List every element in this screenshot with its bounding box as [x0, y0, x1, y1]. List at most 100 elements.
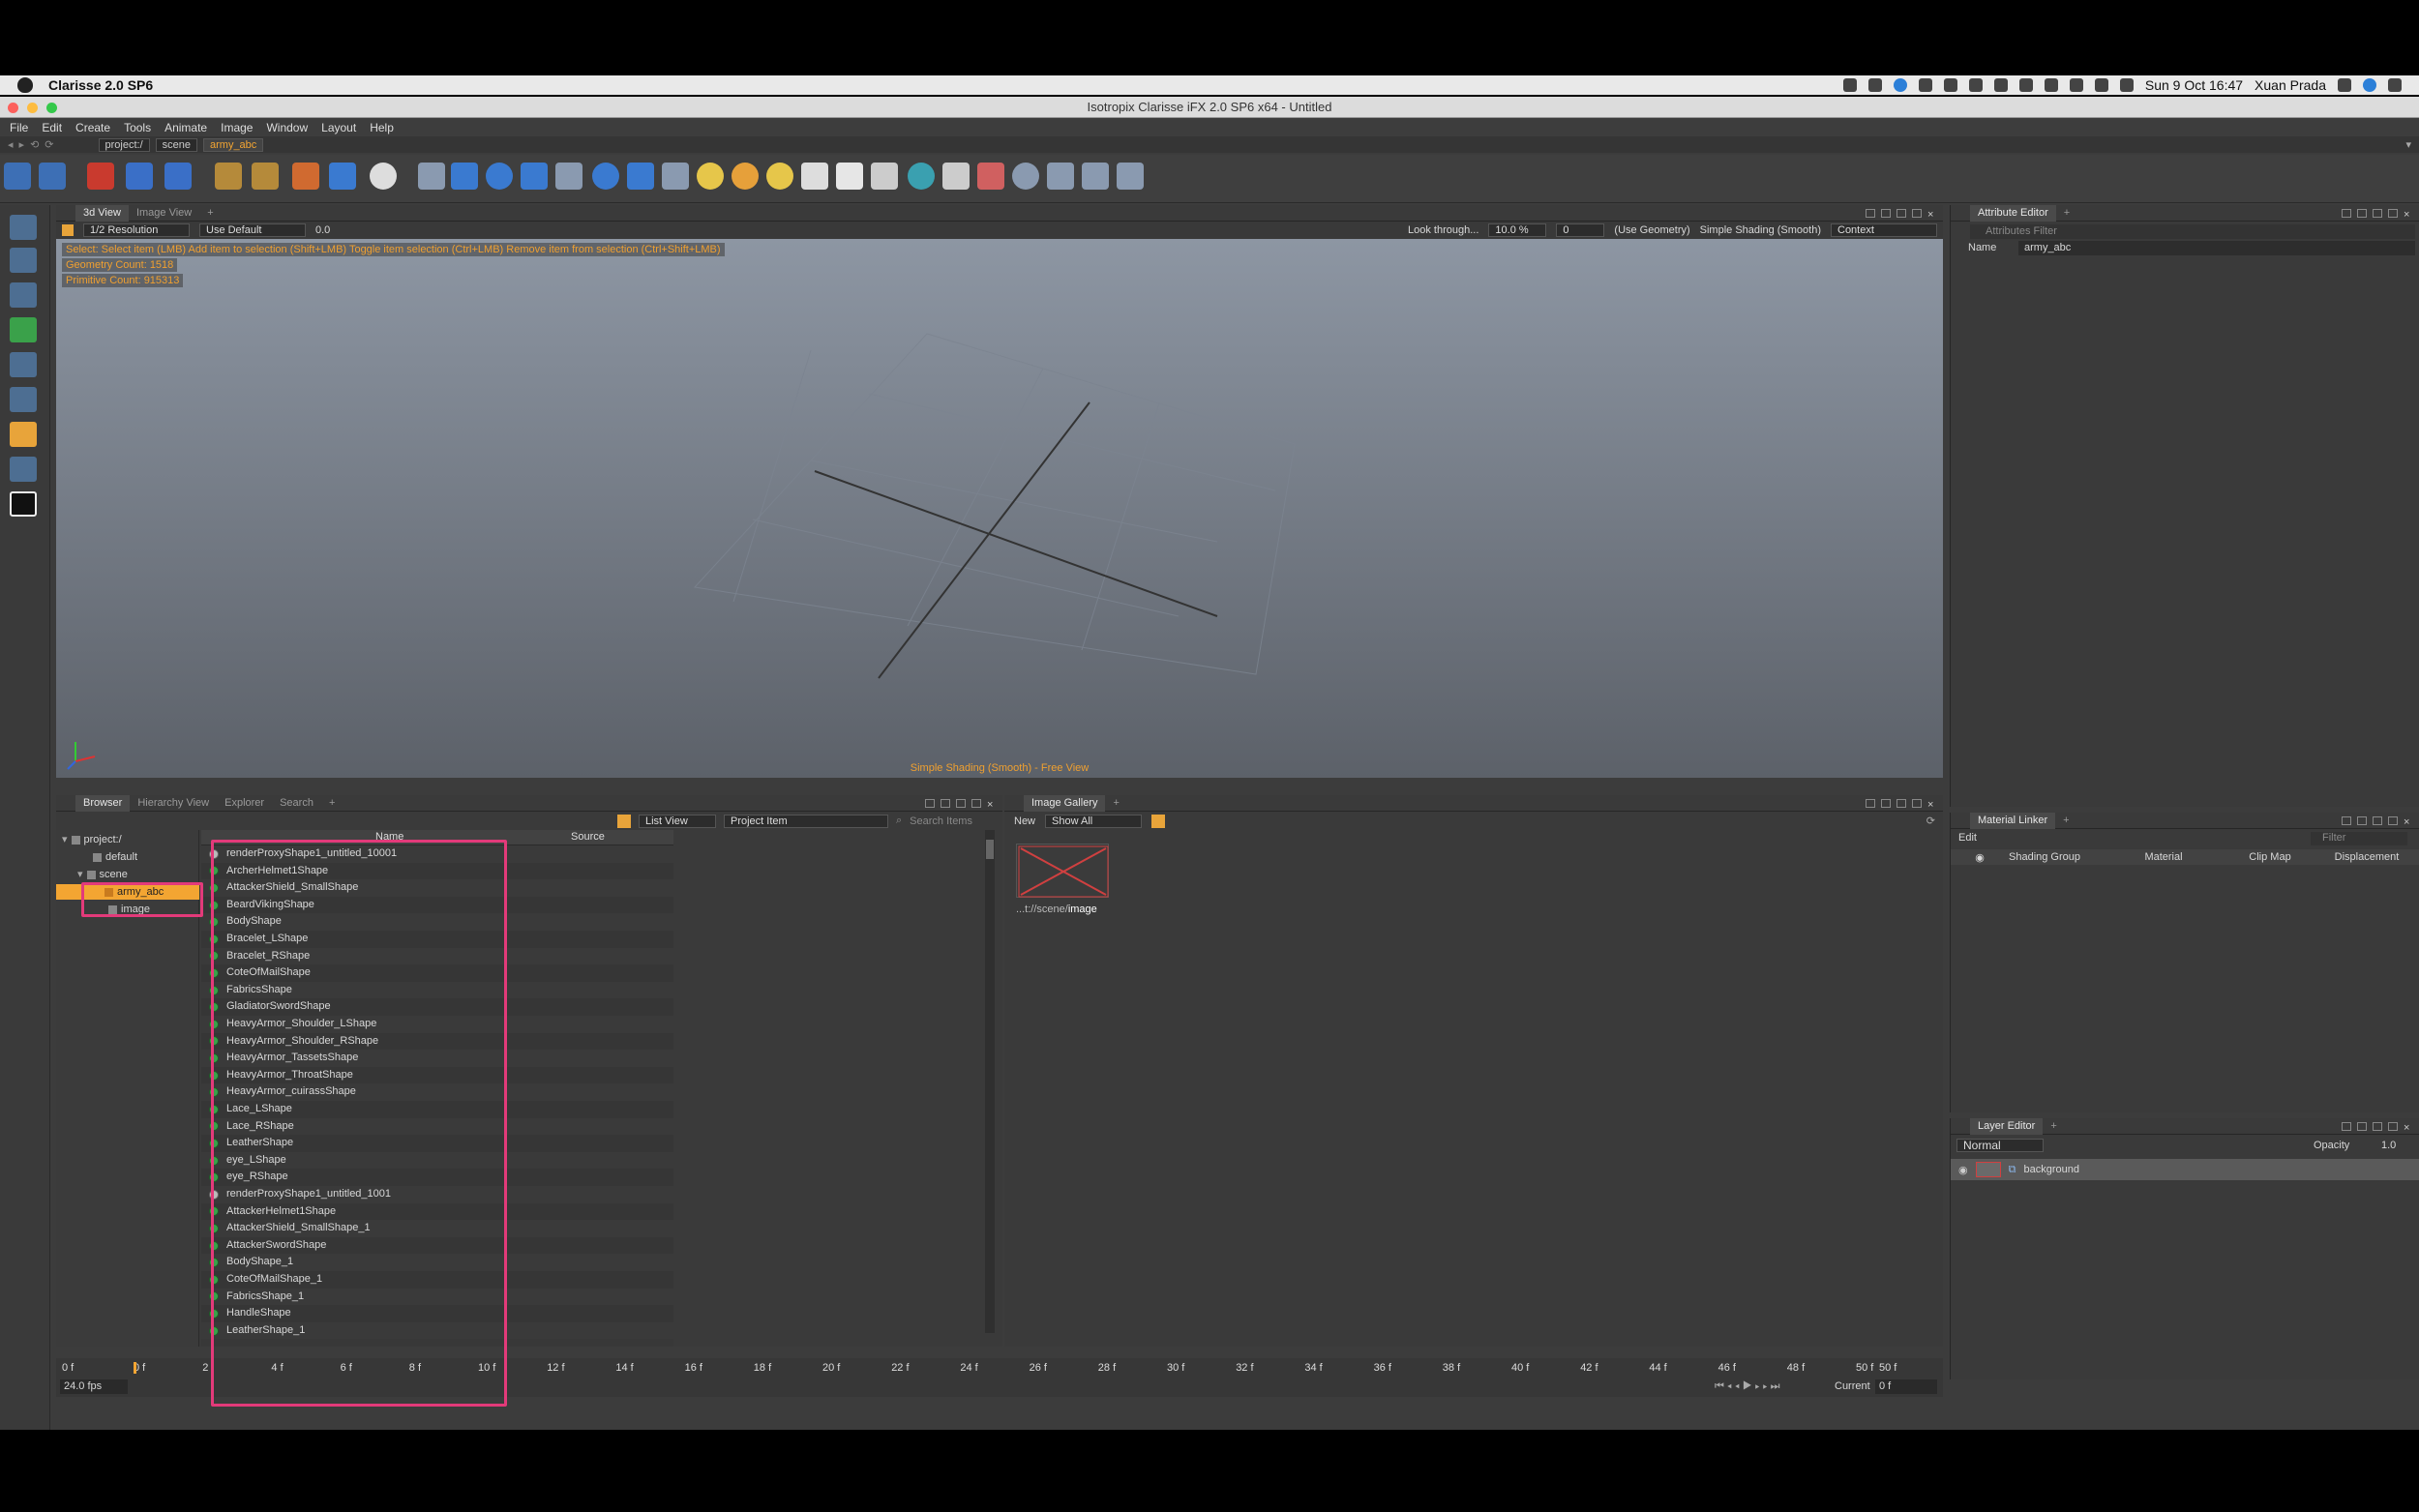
menu-tools[interactable]: Tools [124, 121, 151, 134]
tray-icon[interactable] [1867, 78, 1882, 92]
texture-icon[interactable] [977, 163, 1004, 190]
undo-icon[interactable] [4, 163, 31, 190]
panel-layout-icon[interactable] [2388, 815, 2398, 825]
spotlight-light-icon[interactable] [801, 163, 828, 190]
tool-icon[interactable] [10, 317, 37, 342]
panel-layout-icon[interactable] [2342, 1121, 2351, 1131]
select-tool-icon[interactable] [10, 422, 37, 447]
tool-icon[interactable] [10, 457, 37, 482]
spotlight-icon[interactable] [2338, 78, 2351, 92]
cube-blue-icon[interactable] [329, 163, 356, 190]
close-icon[interactable]: × [1927, 799, 1937, 811]
viewport-3d[interactable]: Select: Select item (LMB) Add item to se… [56, 239, 1943, 778]
value-field[interactable]: 0.0 [315, 224, 330, 236]
geometry-select[interactable]: (Use Geometry) [1614, 224, 1689, 236]
tool-icon[interactable] [10, 248, 37, 273]
group-icon[interactable] [164, 163, 192, 190]
lock-icon[interactable] [215, 163, 242, 190]
breadcrumb-army-abc[interactable]: army_abc [203, 137, 264, 152]
bulb-icon[interactable] [766, 163, 793, 190]
image-thumbnail[interactable] [1016, 844, 1109, 898]
shading-select[interactable]: Simple Shading (Smooth) [1700, 224, 1821, 236]
history-icon[interactable]: ⟲ [30, 138, 39, 151]
tool-icon[interactable] [10, 387, 37, 412]
tab-browser[interactable]: Browser [75, 794, 131, 812]
tab-explorer[interactable]: Explorer [217, 795, 272, 812]
pencil-icon[interactable] [871, 163, 898, 190]
menu-file[interactable]: File [10, 121, 28, 134]
panel-layout-icon[interactable] [1912, 798, 1922, 808]
tab-material-linker[interactable]: Material Linker [1970, 812, 2056, 829]
list-scrollbar[interactable] [985, 830, 995, 1333]
color-swatch-icon[interactable] [10, 491, 37, 517]
panel-layout-icon[interactable] [1896, 208, 1906, 218]
image-icon[interactable] [942, 163, 970, 190]
panel-layout-icon[interactable] [941, 798, 950, 808]
menu-layout[interactable]: Layout [321, 121, 356, 134]
tab-hierarchy[interactable]: Hierarchy View [130, 795, 217, 812]
panel-layout-icon[interactable] [1866, 798, 1875, 808]
sphere-icon[interactable] [486, 163, 513, 190]
add-tab-button[interactable]: + [199, 205, 221, 222]
add-tab-button[interactable]: + [2055, 813, 2076, 829]
particle-icon[interactable] [1082, 163, 1109, 190]
tray-icon[interactable] [1893, 78, 1907, 92]
panel-layout-icon[interactable] [956, 798, 966, 808]
use-default-select[interactable]: Use Default [199, 223, 306, 237]
col-displacement[interactable]: Displacement [2318, 851, 2415, 863]
tool-icon[interactable] [10, 282, 37, 308]
menu-image[interactable]: Image [221, 121, 253, 134]
menu-animate[interactable]: Animate [164, 121, 207, 134]
search-items-input[interactable]: Search Items [910, 815, 972, 827]
tree-node-project[interactable]: ▾ project:/ [58, 832, 122, 847]
context-select[interactable]: Context [1831, 223, 1937, 237]
close-window-icon[interactable] [8, 103, 18, 113]
tree-node-scene[interactable]: ▾ scene [74, 867, 128, 882]
tab-search[interactable]: Search [272, 795, 321, 812]
look-through-button[interactable]: Look through... [1408, 224, 1478, 236]
panel-layout-icon[interactable] [2388, 208, 2398, 218]
col-material[interactable]: Material [2105, 851, 2222, 863]
panel-layout-icon[interactable] [2357, 815, 2367, 825]
blend-mode-select[interactable]: Normal [1956, 1139, 2044, 1152]
gallery-settings-icon[interactable] [1151, 814, 1166, 828]
col-shading-group[interactable]: Shading Group [2009, 851, 2105, 863]
resolution-icon[interactable] [62, 224, 74, 236]
tool-icon[interactable] [10, 352, 37, 377]
edit-menu[interactable]: Edit [1958, 832, 1977, 844]
tile-icon[interactable] [627, 163, 654, 190]
bluetooth-icon[interactable] [2018, 78, 2033, 92]
add-tab-button[interactable]: + [2056, 205, 2077, 222]
refresh-icon[interactable]: ⟳ [45, 138, 53, 151]
tray-icon[interactable] [1993, 78, 2008, 92]
breadcrumb-scene[interactable]: scene [155, 137, 197, 152]
close-icon[interactable]: × [987, 799, 997, 811]
menu-help[interactable]: Help [370, 121, 394, 134]
panel-layout-icon[interactable] [2342, 208, 2351, 218]
tab-image-view[interactable]: Image View [129, 205, 199, 222]
sun-icon[interactable] [732, 163, 759, 190]
scatter-icon[interactable] [1047, 163, 1074, 190]
panel-layout-icon[interactable] [2388, 1121, 2398, 1131]
grid-icon[interactable] [555, 163, 582, 190]
tab-attribute-editor[interactable]: Attribute Editor [1970, 204, 2056, 222]
add-tab-button[interactable]: + [2043, 1118, 2064, 1135]
show-all-select[interactable]: Show All [1045, 814, 1143, 828]
brush-icon[interactable] [418, 163, 445, 190]
tray-icon[interactable] [1918, 78, 1932, 92]
eject-icon[interactable] [2094, 78, 2108, 92]
tray-icon[interactable] [1842, 78, 1857, 92]
attr-name-field[interactable]: army_abc [2018, 241, 2415, 255]
unlock-icon[interactable] [252, 163, 279, 190]
tab-3d-view[interactable]: 3d View [75, 204, 129, 222]
airplay-icon[interactable] [2069, 78, 2083, 92]
skull-icon[interactable] [370, 163, 397, 190]
panel-layout-icon[interactable] [2373, 815, 2382, 825]
layer-name[interactable]: background [2023, 1164, 2079, 1175]
tab-layer-editor[interactable]: Layer Editor [1970, 1117, 2044, 1135]
material-filter-input[interactable]: Filter [2311, 832, 2407, 845]
panel-layout-icon[interactable] [925, 798, 935, 808]
list-view-select[interactable]: List View [639, 814, 716, 828]
mac-clock[interactable]: Sun 9 Oct 16:47 [2145, 77, 2243, 93]
cube-icon[interactable] [292, 163, 319, 190]
